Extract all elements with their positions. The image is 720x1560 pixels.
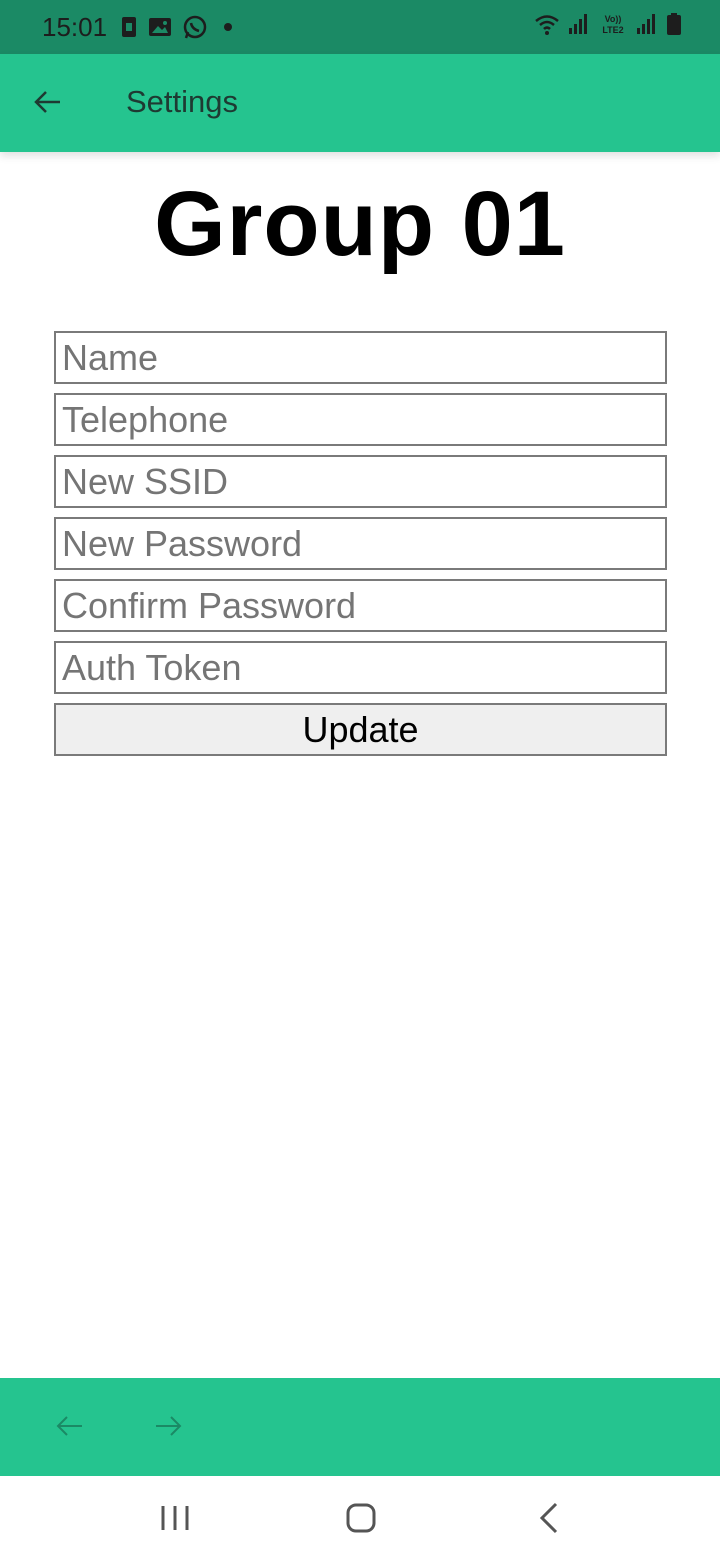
page-title: Group 01 (154, 173, 566, 275)
app-bar-title: Settings (126, 84, 239, 119)
chevron-left-icon (539, 1502, 558, 1534)
system-nav-bar (0, 1476, 720, 1560)
status-right-icons: Vo)) LTE2 (534, 12, 682, 41)
svg-text:LTE2: LTE2 (602, 25, 623, 35)
signal-icon (636, 12, 658, 41)
status-left-icons (120, 14, 238, 45)
volte-icon: Vo)) LTE2 (598, 12, 628, 41)
sim-icon (120, 16, 138, 43)
name-field[interactable] (54, 331, 667, 384)
bottom-nav-bar (0, 1378, 720, 1476)
status-bar: 15:01 Vo)) LTE2 (0, 0, 720, 54)
app-bar: Settings (0, 54, 720, 152)
whatsapp-icon (182, 14, 208, 45)
settings-form: Update (54, 331, 667, 756)
signal-icon (568, 12, 590, 41)
back-button[interactable] (28, 82, 68, 122)
arrow-left-icon (34, 91, 60, 113)
recents-button[interactable] (155, 1498, 195, 1538)
recents-icon (161, 1506, 189, 1530)
arrow-left-icon (56, 1416, 82, 1436)
auth-token-field[interactable] (54, 641, 667, 694)
confirm-password-field[interactable] (54, 579, 667, 632)
wifi-icon (534, 12, 560, 41)
system-back-button[interactable] (530, 1498, 570, 1538)
nav-back-button[interactable] (50, 1406, 90, 1446)
status-time: 15:01 (42, 12, 108, 42)
battery-icon (666, 12, 682, 41)
home-button[interactable] (341, 1498, 381, 1538)
arrow-right-icon (156, 1416, 182, 1436)
update-button[interactable]: Update (54, 703, 667, 756)
svg-text:Vo)): Vo)) (605, 14, 622, 24)
password-field[interactable] (54, 517, 667, 570)
nav-forward-button[interactable] (148, 1406, 188, 1446)
gallery-icon (148, 16, 172, 43)
telephone-field[interactable] (54, 393, 667, 446)
ssid-field[interactable] (54, 455, 667, 508)
home-icon (346, 1503, 376, 1533)
dot-icon (218, 17, 238, 42)
